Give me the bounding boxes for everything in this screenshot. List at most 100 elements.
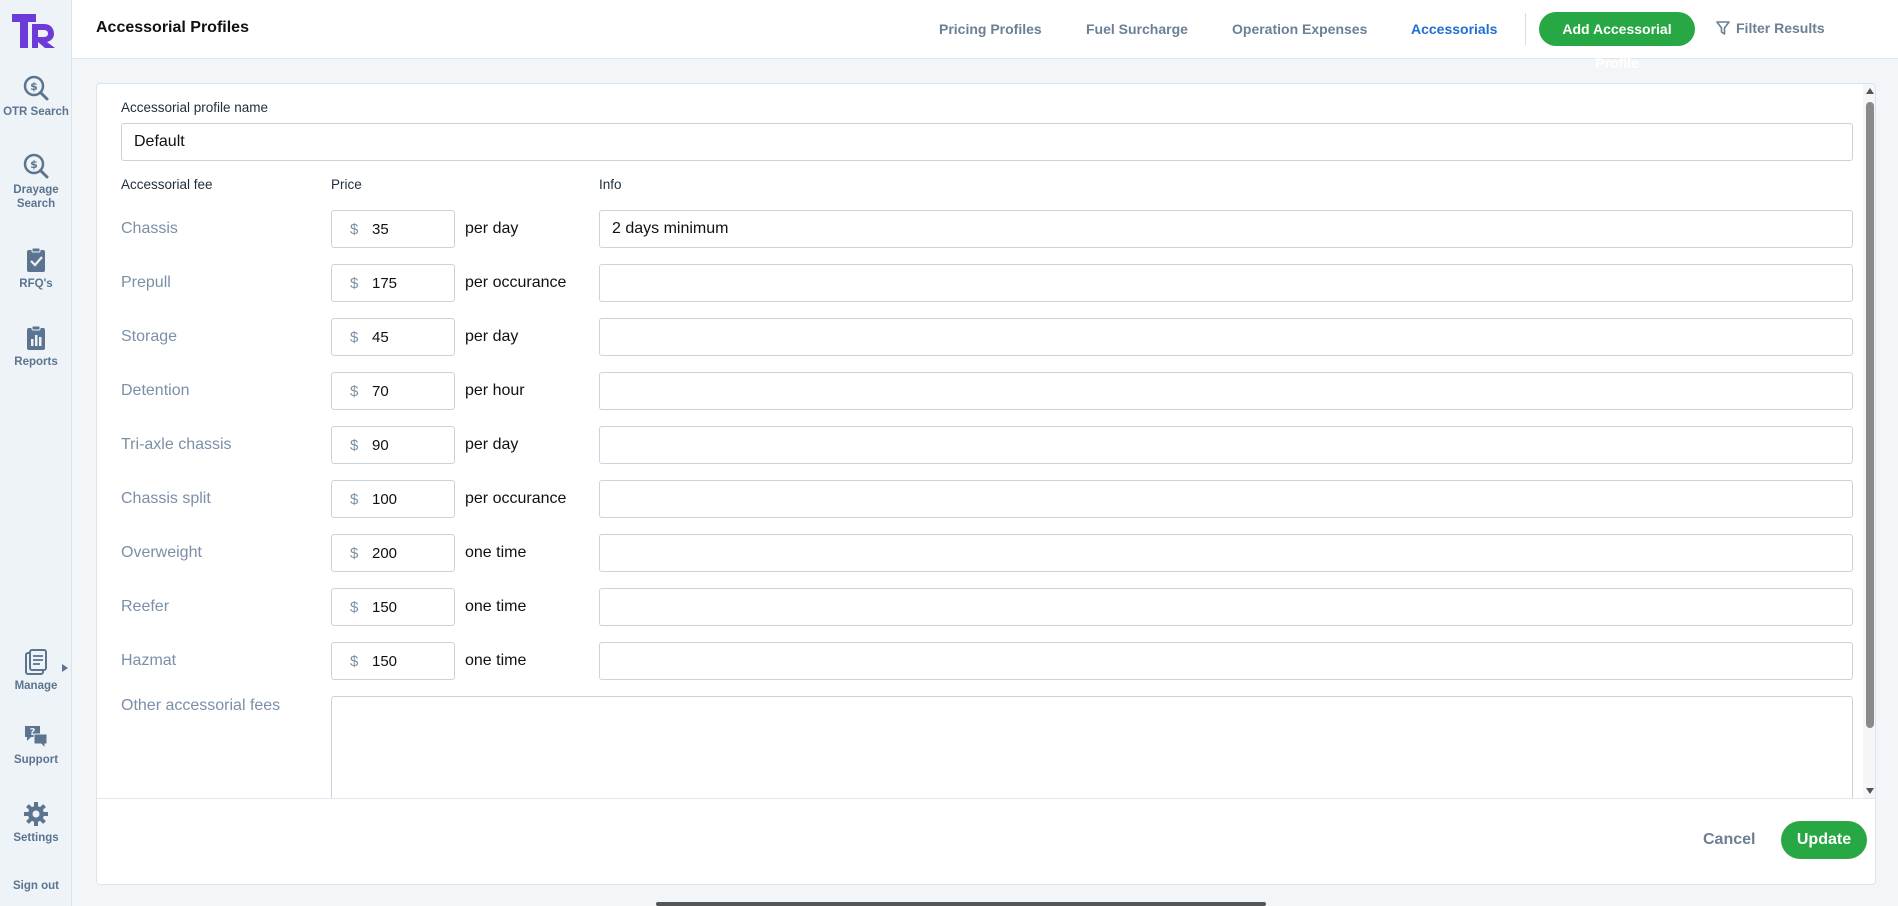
sidebar-item-otr-search[interactable]: $ OTR Search — [0, 74, 72, 119]
form-scroll-area[interactable]: Accessorial profile name Default Accesso… — [97, 84, 1875, 798]
sign-out-link[interactable]: Sign out — [0, 879, 72, 893]
info-input-hazmat[interactable] — [599, 642, 1853, 680]
scroll-up-arrow-icon[interactable] — [1866, 88, 1874, 94]
column-header-info: Info — [599, 177, 622, 192]
sidebar-item-rfqs[interactable]: RFQ's — [0, 246, 72, 291]
currency-symbol: $ — [350, 275, 359, 292]
fee-label-hazmat: Hazmat — [121, 652, 177, 669]
tab-fuel-surcharge[interactable]: Fuel Surcharge — [1086, 21, 1188, 37]
info-input-storage[interactable] — [599, 318, 1853, 356]
info-input-prepull[interactable] — [599, 264, 1853, 302]
svg-text:?: ? — [30, 727, 36, 738]
tab-accessorials[interactable]: Accessorials — [1411, 21, 1497, 37]
price-input-hazmat[interactable]: $150 — [331, 642, 455, 680]
price-value: 150 — [372, 653, 398, 670]
unit-label: per hour — [465, 382, 525, 399]
tab-operation-expenses[interactable]: Operation Expenses — [1232, 21, 1367, 37]
price-value: 150 — [372, 599, 398, 616]
unit-label: one time — [465, 652, 527, 669]
sidebar-item-label: Reports — [14, 356, 58, 368]
fee-label-prepull: Prepull — [121, 274, 171, 291]
price-input-prepull[interactable]: $175 — [331, 264, 455, 302]
svg-text:$: $ — [30, 158, 38, 171]
column-header-price: Price — [331, 177, 362, 192]
unit-label: per day — [465, 220, 519, 237]
info-input-tri-axle-chassis[interactable] — [599, 426, 1853, 464]
filter-label: Filter Results — [1736, 20, 1825, 36]
accessorial-profile-card: Accessorial profile name Default Accesso… — [96, 83, 1876, 885]
currency-symbol: $ — [350, 599, 359, 616]
info-input-detention[interactable] — [599, 372, 1853, 410]
sidebar-item-label: Manage — [14, 680, 58, 692]
fee-label-storage: Storage — [121, 328, 178, 345]
fee-label-chassis: Chassis — [121, 220, 178, 237]
price-value: 90 — [372, 437, 389, 454]
currency-symbol: $ — [350, 329, 359, 346]
form-scrollbar[interactable] — [1863, 84, 1875, 798]
price-value: 45 — [372, 329, 389, 346]
other-fees-textarea[interactable] — [331, 696, 1853, 798]
fee-label-overweight: Overweight — [121, 544, 202, 561]
scrollbar-thumb[interactable] — [1866, 102, 1874, 728]
expand-arrow-icon[interactable] — [62, 664, 68, 672]
price-input-chassis[interactable]: $35 — [331, 210, 455, 248]
filter-icon — [1716, 21, 1730, 35]
bottom-scroll-indicator — [656, 902, 1266, 906]
filter-results-button[interactable]: Filter Results — [1716, 20, 1825, 36]
info-input-chassis-split[interactable] — [599, 480, 1853, 518]
profile-name-input[interactable]: Default — [121, 123, 1853, 161]
clipboard-check-icon — [27, 247, 45, 272]
chat-help-icon: ? — [25, 726, 48, 750]
price-value: 175 — [372, 275, 398, 292]
sidebar-item-label: Settings — [13, 832, 59, 844]
search-dollar-icon: $ — [23, 153, 49, 179]
card-footer: Cancel Update — [97, 798, 1875, 884]
search-dollar-icon: $ — [23, 75, 49, 101]
sidebar-item-label: Support — [13, 754, 59, 766]
sidebar-item-settings[interactable]: Settings — [0, 800, 72, 845]
fee-label-tri-axle-chassis: Tri-axle chassis — [121, 436, 232, 453]
unit-label: per day — [465, 436, 519, 453]
profile-name-label: Accessorial profile name — [121, 100, 269, 115]
svg-text:$: $ — [30, 80, 38, 93]
sidebar: $ OTR Search $ Drayage Search RFQ's Repo… — [0, 0, 72, 906]
unit-label: one time — [465, 544, 527, 561]
price-input-storage[interactable]: $45 — [331, 318, 455, 356]
price-value: 200 — [372, 545, 398, 562]
currency-symbol: $ — [350, 491, 359, 508]
info-input-reefer[interactable] — [599, 588, 1853, 626]
price-value: 70 — [372, 383, 389, 400]
price-input-chassis-split[interactable]: $100 — [331, 480, 455, 518]
other-fees-label: Other accessorial fees — [121, 697, 281, 714]
add-accessorial-profile-button[interactable]: Add Accessorial Profile — [1539, 12, 1695, 71]
info-input-overweight[interactable] — [599, 534, 1853, 572]
price-input-detention[interactable]: $70 — [331, 372, 455, 410]
sidebar-item-drayage-search[interactable]: $ Drayage Search — [0, 152, 72, 211]
price-input-reefer[interactable]: $150 — [331, 588, 455, 626]
currency-symbol: $ — [350, 437, 359, 454]
price-input-tri-axle-chassis[interactable]: $90 — [331, 426, 455, 464]
sidebar-item-reports[interactable]: Reports — [0, 324, 72, 369]
price-input-overweight[interactable]: $200 — [331, 534, 455, 572]
sidebar-item-label: RFQ's — [19, 278, 53, 290]
sidebar-item-label: OTR Search — [3, 106, 69, 118]
unit-label: per day — [465, 328, 519, 345]
header-divider — [1525, 13, 1526, 45]
sidebar-item-manage[interactable]: Manage — [0, 648, 72, 693]
scroll-down-arrow-icon[interactable] — [1866, 788, 1874, 794]
logo[interactable] — [10, 10, 56, 50]
column-header-fee: Accessorial fee — [121, 177, 213, 192]
price-value: 100 — [372, 491, 398, 508]
currency-symbol: $ — [350, 653, 359, 670]
currency-symbol: $ — [350, 545, 359, 562]
cancel-button[interactable]: Cancel — [1703, 831, 1755, 849]
currency-symbol: $ — [350, 383, 359, 400]
update-button[interactable]: Update — [1781, 821, 1867, 859]
sidebar-item-support[interactable]: ? Support — [0, 722, 72, 767]
clipboard-chart-icon — [27, 325, 45, 350]
tab-pricing-profiles[interactable]: Pricing Profiles — [939, 21, 1042, 37]
gear-icon — [24, 802, 48, 826]
fee-label-chassis-split: Chassis split — [121, 490, 211, 507]
fee-label-detention: Detention — [121, 382, 190, 399]
info-input-chassis[interactable]: 2 days minimum — [599, 210, 1853, 248]
